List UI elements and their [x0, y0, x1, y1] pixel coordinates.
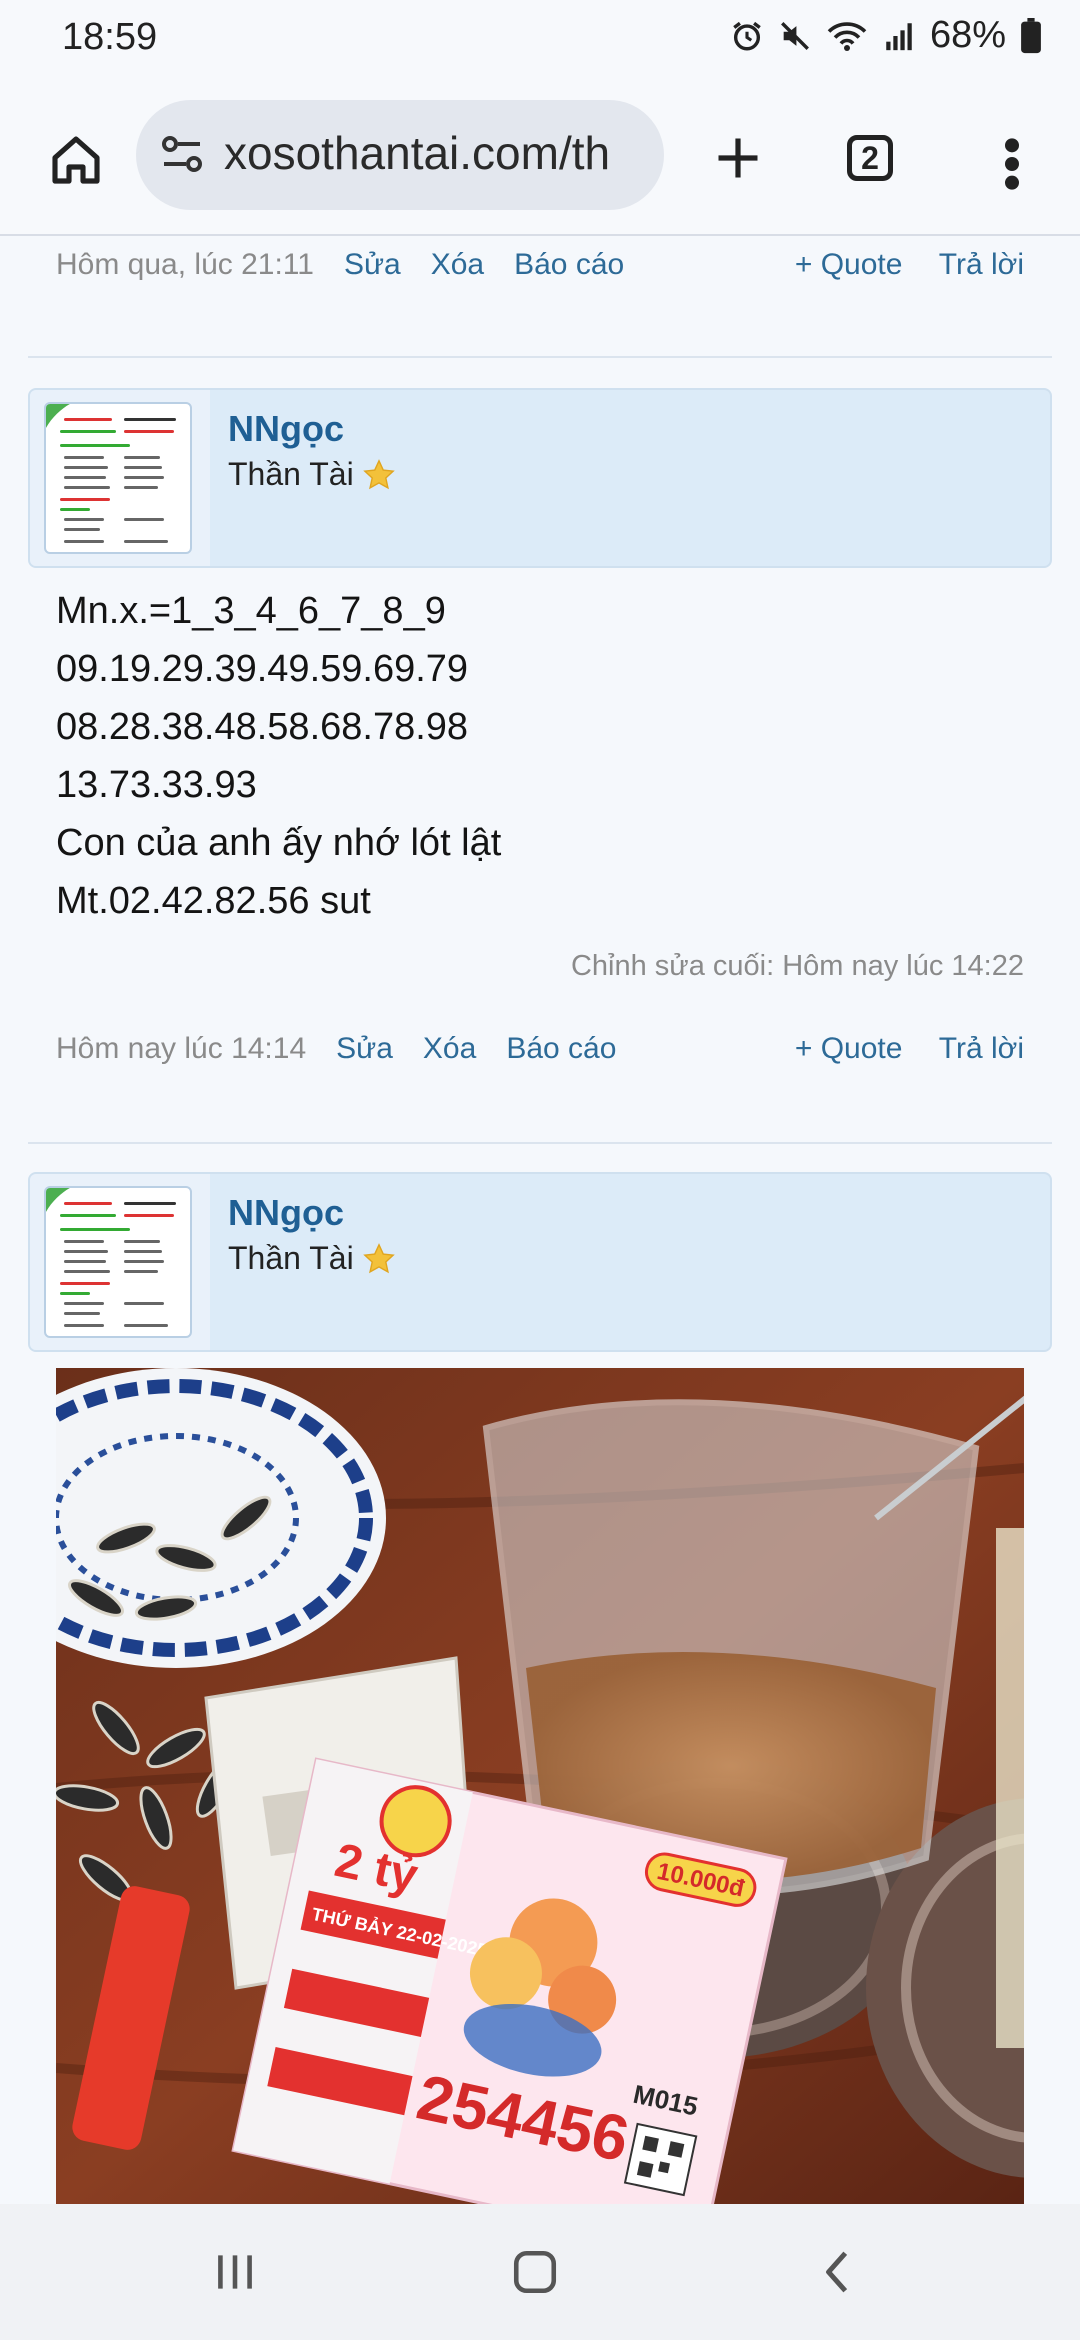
wifi-icon: [826, 19, 868, 53]
edit-link[interactable]: Sửa: [336, 1032, 393, 1066]
post-body: Mn.x.=1_3_4_6_7_8_9 09.19.29.39.49.59.69…: [56, 582, 501, 930]
home-icon: [52, 136, 100, 184]
post-header: NNgọc Thần Tài: [28, 1172, 1052, 1352]
post-timestamp[interactable]: Hôm qua, lúc 21:11: [56, 248, 314, 282]
post-timestamp[interactable]: Hôm nay lúc 14:14: [56, 1032, 306, 1066]
tab-switcher-button[interactable]: 2: [840, 128, 900, 188]
browser-menu-button[interactable]: [984, 124, 1040, 204]
recents-button[interactable]: [190, 2242, 280, 2302]
post-actions: Hôm nay lúc 14:14 Sửa Xóa Báo cáo + Quot…: [56, 1024, 1024, 1074]
back-chevron-icon: [826, 2251, 848, 2293]
home-square-icon: [513, 2250, 557, 2294]
edited-note: Chỉnh sửa cuối: Hôm nay lúc 14:22: [570, 950, 1024, 982]
more-vertical-icon: [1005, 138, 1019, 190]
post-divider: [28, 1142, 1052, 1144]
system-nav-bar: [0, 2204, 1080, 2340]
post-line: Mn.x.=1_3_4_6_7_8_9: [56, 590, 446, 632]
mute-icon: [778, 19, 812, 53]
signal-icon: [882, 19, 916, 53]
recents-icon: [218, 2255, 252, 2289]
post-line: 08.28.38.48.58.68.78.98: [56, 706, 469, 748]
avatar[interactable]: [44, 402, 192, 554]
status-time: 18:59: [62, 16, 158, 58]
post-line: 13.73.33.93: [56, 764, 257, 806]
delete-link[interactable]: Xóa: [431, 248, 484, 282]
plus-icon: [718, 138, 758, 178]
username[interactable]: NNgọc: [228, 408, 344, 450]
url-text[interactable]: xosothantai.com/th: [224, 126, 610, 180]
home-button[interactable]: [36, 120, 116, 200]
status-icons: 68%: [730, 14, 1042, 57]
address-bar[interactable]: xosothantai.com/th: [136, 100, 664, 210]
user-title: Thần Tài: [228, 456, 396, 493]
report-link[interactable]: Báo cáo: [514, 248, 624, 282]
post-divider: [28, 356, 1052, 358]
tab-count: 2: [847, 135, 893, 181]
prev-post-actions: Hôm qua, lúc 21:11 Sửa Xóa Báo cáo + Quo…: [56, 240, 1024, 290]
quote-link[interactable]: + Quote: [795, 1032, 903, 1065]
new-tab-button[interactable]: [698, 118, 778, 198]
status-bar: 18:59 68%: [0, 0, 1080, 84]
user-title-text: Thần Tài: [228, 1240, 354, 1276]
back-button[interactable]: [794, 2242, 884, 2302]
reply-link[interactable]: Trả lời: [939, 248, 1024, 281]
user-title-text: Thần Tài: [228, 456, 354, 492]
report-link[interactable]: Báo cáo: [506, 1032, 616, 1066]
reply-link[interactable]: Trả lời: [939, 1032, 1024, 1065]
username[interactable]: NNgọc: [228, 1192, 344, 1234]
browser-toolbar: xosothantai.com/th 2: [0, 84, 1080, 236]
user-title: Thần Tài: [228, 1240, 396, 1277]
photo-illustration: 10.000đ 2 tỷ THỨ BẢY 22-02-2025 254456 M…: [56, 1368, 1024, 2204]
post-line: 09.19.29.39.49.59.69.79: [56, 648, 469, 690]
avatar[interactable]: [44, 1186, 192, 1338]
post-line: Mt.02.42.82.56 sut: [56, 880, 371, 922]
quote-link[interactable]: + Quote: [795, 248, 903, 281]
battery-percent: 68%: [929, 14, 1006, 56]
post-header: NNgọc Thần Tài: [28, 388, 1052, 568]
post-line: Con của anh ấy nhớ lót lật: [56, 822, 502, 864]
star-icon: [362, 1242, 395, 1273]
star-icon: [362, 458, 395, 489]
edit-link[interactable]: Sửa: [344, 248, 401, 282]
page-content: Hôm qua, lúc 21:11 Sửa Xóa Báo cáo + Quo…: [0, 236, 1080, 2204]
alarm-icon: [730, 19, 764, 53]
home-nav-button[interactable]: [490, 2242, 580, 2302]
site-settings-icon[interactable]: [158, 130, 206, 178]
delete-link[interactable]: Xóa: [423, 1032, 476, 1066]
battery-icon: [1020, 17, 1042, 54]
post-photo[interactable]: 10.000đ 2 tỷ THỨ BẢY 22-02-2025 254456 M…: [56, 1368, 1024, 2204]
